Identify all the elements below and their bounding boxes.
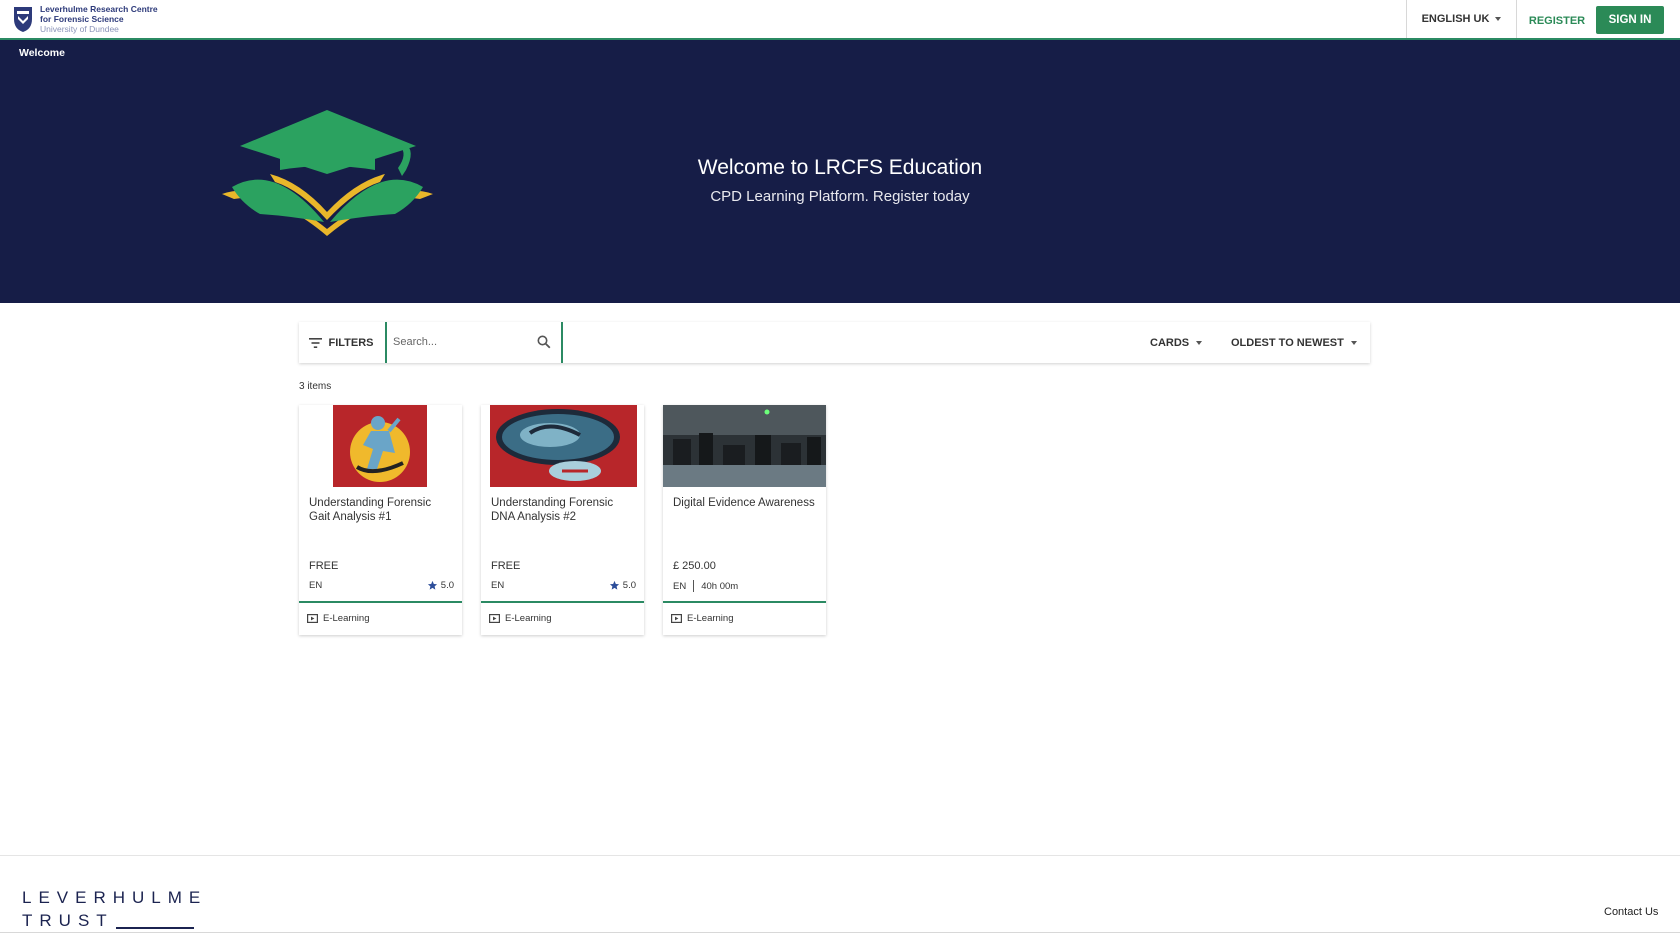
- logo-line-3: University of Dundee: [40, 24, 119, 34]
- hero-subtitle: CPD Learning Platform. Register today: [710, 188, 970, 205]
- course-rating: 5.0: [427, 580, 454, 591]
- chevron-down-icon: [1196, 340, 1203, 345]
- course-title[interactable]: Digital Evidence Awareness: [673, 496, 818, 510]
- language-label: ENGLISH UK: [1421, 13, 1490, 25]
- star-icon: [427, 580, 437, 590]
- footer: LEVERHULME TRUST Contact Us: [0, 855, 1680, 935]
- rating-value: 5.0: [622, 580, 636, 591]
- course-type-label: E-Learning: [687, 613, 734, 624]
- course-language: EN: [673, 580, 687, 592]
- course-type: E-Learning: [671, 613, 733, 624]
- card-divider: [299, 601, 462, 603]
- logo-line-2: for Forensic Science: [40, 14, 124, 24]
- view-mode-dropdown[interactable]: CARDS: [1150, 322, 1203, 363]
- contact-us-link[interactable]: Contact Us: [1604, 906, 1658, 918]
- search-input[interactable]: [393, 332, 533, 352]
- card-divider: [663, 601, 826, 603]
- trust-logo-line-2: TRUST: [22, 910, 207, 932]
- star-icon: [609, 580, 619, 590]
- hero-banner: Welcome Welcome to LRCFS Education CPD L…: [0, 40, 1680, 303]
- e-learning-icon: [671, 614, 682, 623]
- top-navigation-bar: Leverhulme Research Centre for Forensic …: [0, 0, 1680, 40]
- logo-line-1: Leverhulme Research Centre: [40, 4, 158, 14]
- course-meta: EN 5.0: [491, 580, 636, 591]
- course-type: E-Learning: [307, 613, 369, 624]
- course-thumbnail: [490, 405, 637, 487]
- course-language: EN: [309, 580, 323, 591]
- sort-dropdown[interactable]: OLDEST TO NEWEST: [1231, 322, 1357, 363]
- search-box: [385, 322, 563, 363]
- course-thumbnail: [663, 405, 826, 487]
- view-mode-label: CARDS: [1150, 336, 1190, 349]
- language-selector[interactable]: ENGLISH UK: [1406, 0, 1517, 38]
- university-shield-icon: [14, 7, 32, 32]
- course-title[interactable]: Understanding Forensic DNA Analysis #2: [491, 496, 636, 524]
- filter-icon: [309, 337, 323, 348]
- course-price: FREE: [309, 560, 339, 572]
- sort-label: OLDEST TO NEWEST: [1231, 336, 1344, 349]
- meta-separator: [693, 580, 695, 592]
- trust-logo-underline: [115, 927, 194, 929]
- chevron-down-icon: [1350, 340, 1357, 345]
- footer-divider: [0, 932, 1680, 933]
- course-card[interactable]: Understanding Forensic DNA Analysis #2 F…: [481, 405, 644, 635]
- catalog-toolbar: FILTERS CARDS OLDEST TO NEWEST: [299, 322, 1370, 363]
- course-language: EN: [491, 580, 505, 591]
- search-icon[interactable]: [537, 335, 551, 349]
- course-duration: 40h 00m: [701, 580, 739, 592]
- course-card[interactable]: Digital Evidence Awareness £ 250.00 EN 4…: [663, 405, 826, 635]
- hero-title: Welcome to LRCFS Education: [697, 156, 983, 179]
- trust-logo-line-1: LEVERHULME: [22, 888, 208, 907]
- course-rating: 5.0: [609, 580, 636, 591]
- register-button[interactable]: REGISTER: [1525, 8, 1589, 34]
- sign-in-button[interactable]: SIGN IN: [1596, 6, 1664, 34]
- course-price: FREE: [491, 560, 521, 572]
- e-learning-icon: [489, 614, 500, 623]
- course-thumbnail: [333, 405, 427, 487]
- lrcfs-logo[interactable]: Leverhulme Research Centre for Forensic …: [12, 4, 158, 34]
- course-price: £ 250.00: [673, 560, 716, 572]
- chevron-down-icon: [1495, 17, 1502, 21]
- course-card[interactable]: Understanding Forensic Gait Analysis #1 …: [299, 405, 462, 635]
- course-meta: EN 40h 00m: [673, 580, 818, 592]
- rating-value: 5.0: [440, 580, 454, 591]
- card-divider: [481, 601, 644, 603]
- breadcrumb: Welcome: [19, 47, 65, 59]
- course-type-label: E-Learning: [323, 613, 370, 624]
- course-meta: EN 5.0: [309, 580, 454, 591]
- trust-logo-word: TRUST: [22, 911, 114, 930]
- items-count: 3 items: [299, 381, 332, 392]
- course-type-label: E-Learning: [505, 613, 552, 624]
- course-type: E-Learning: [489, 613, 551, 624]
- leverhulme-trust-logo[interactable]: LEVERHULME TRUST: [22, 886, 207, 932]
- course-title[interactable]: Understanding Forensic Gait Analysis #1: [309, 496, 454, 524]
- graduation-book-icon: [222, 110, 433, 236]
- filters-button[interactable]: FILTERS: [299, 322, 384, 363]
- filters-label: FILTERS: [328, 336, 374, 349]
- e-learning-icon: [307, 614, 318, 623]
